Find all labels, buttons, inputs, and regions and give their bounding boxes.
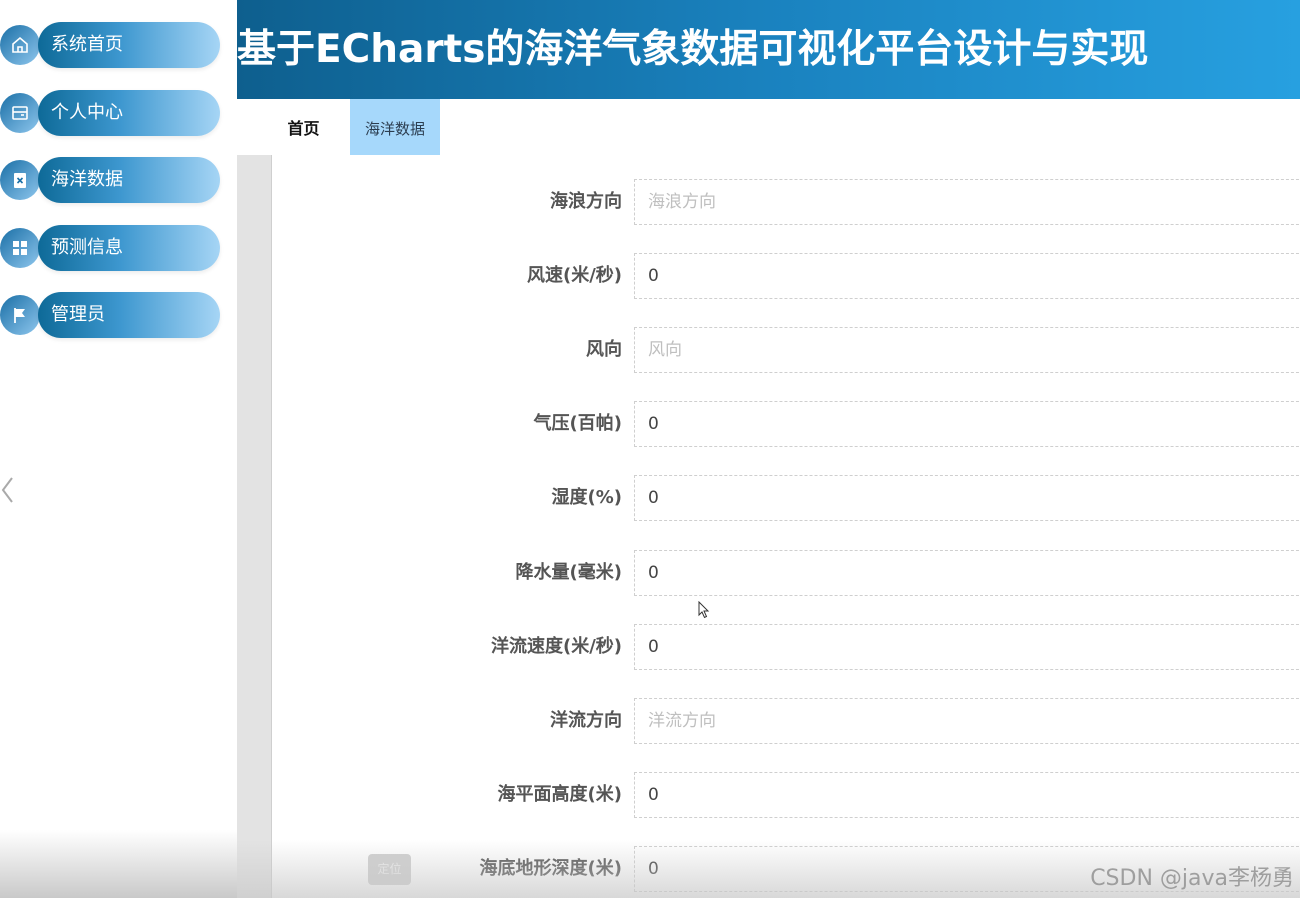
field-label: 洋流方向 xyxy=(550,710,622,731)
field-label: 气压(百帕) xyxy=(533,413,622,434)
mouse-cursor-icon xyxy=(698,600,710,619)
wind-direction-input[interactable]: 风向 xyxy=(634,327,1300,373)
sidebar-item-admin[interactable]: 管理员 xyxy=(0,292,222,338)
form-row-pressure: 气压(百帕) 0 xyxy=(272,401,1300,447)
watermark: CSDN @java李杨勇 xyxy=(1090,866,1294,891)
tab-ocean-data[interactable]: 海洋数据 xyxy=(350,99,440,155)
sidebar-item-home[interactable]: 系统首页 xyxy=(0,22,222,68)
field-label: 湿度(%) xyxy=(551,487,623,508)
form-row-wave-direction: 海浪方向 海浪方向 xyxy=(272,179,1300,225)
ocean-data-form: 海浪方向 海浪方向 风速(米/秒) 0 风向 风向 气压(百帕) 0 湿度(%)… xyxy=(272,155,1300,898)
wallet-icon xyxy=(0,93,40,133)
sidebar-item-ocean-data[interactable]: 海洋数据 xyxy=(0,157,222,203)
wind-speed-input[interactable]: 0 xyxy=(634,253,1300,299)
content-left-strip xyxy=(237,155,272,898)
sidebar-item-label: 预测信息 xyxy=(38,225,220,271)
precipitation-input[interactable]: 0 xyxy=(634,550,1300,596)
form-row-current-speed: 洋流速度(米/秒) 0 xyxy=(272,624,1300,670)
form-row-wind-direction: 风向 风向 xyxy=(272,327,1300,373)
sidebar-item-profile[interactable]: 个人中心 xyxy=(0,90,222,136)
field-label: 海浪方向 xyxy=(550,191,622,212)
sea-level-input[interactable]: 0 xyxy=(634,772,1300,818)
home-icon xyxy=(0,25,40,65)
header-banner: 基于ECharts的海洋气象数据可视化平台设计与实现 xyxy=(237,0,1300,99)
humidity-input[interactable]: 0 xyxy=(634,475,1300,521)
grid-icon xyxy=(0,228,40,268)
sidebar-item-forecast[interactable]: 预测信息 xyxy=(0,225,222,271)
sidebar: 系统首页 个人中心 海洋数据 预测信息 管理员 xyxy=(0,0,237,898)
form-row-humidity: 湿度(%) 0 xyxy=(272,475,1300,521)
locate-button[interactable]: 定位 xyxy=(368,854,411,885)
sidebar-item-label: 个人中心 xyxy=(38,90,220,136)
wave-direction-input[interactable]: 海浪方向 xyxy=(634,179,1300,225)
current-speed-input[interactable]: 0 xyxy=(634,624,1300,670)
sidebar-item-label: 管理员 xyxy=(38,292,220,338)
pressure-input[interactable]: 0 xyxy=(634,401,1300,447)
form-row-precipitation: 降水量(毫米) 0 xyxy=(272,550,1300,596)
field-label: 海平面高度(米) xyxy=(497,784,622,805)
current-direction-input[interactable]: 洋流方向 xyxy=(634,698,1300,744)
field-label: 海底地形深度(米) xyxy=(479,858,622,879)
field-label: 风速(米/秒) xyxy=(526,265,622,286)
sidebar-bottom-shade xyxy=(0,830,237,898)
form-row-sea-level: 海平面高度(米) 0 xyxy=(272,772,1300,818)
sidebar-item-label: 系统首页 xyxy=(38,22,220,68)
field-label: 风向 xyxy=(586,339,622,360)
field-label: 降水量(毫米) xyxy=(515,562,622,583)
flag-icon xyxy=(0,295,40,335)
chevron-left-icon[interactable] xyxy=(0,476,14,504)
page-title: 基于ECharts的海洋气象数据可视化平台设计与实现 xyxy=(237,27,1149,72)
tab-home[interactable]: 首页 xyxy=(255,99,352,155)
field-label: 洋流速度(米/秒) xyxy=(490,636,622,657)
sidebar-item-label: 海洋数据 xyxy=(38,157,220,203)
form-row-wind-speed: 风速(米/秒) 0 xyxy=(272,253,1300,299)
tab-bar: 首页 海洋数据 xyxy=(237,99,1300,155)
clipboard-icon xyxy=(0,160,40,200)
form-row-current-direction: 洋流方向 洋流方向 xyxy=(272,698,1300,744)
